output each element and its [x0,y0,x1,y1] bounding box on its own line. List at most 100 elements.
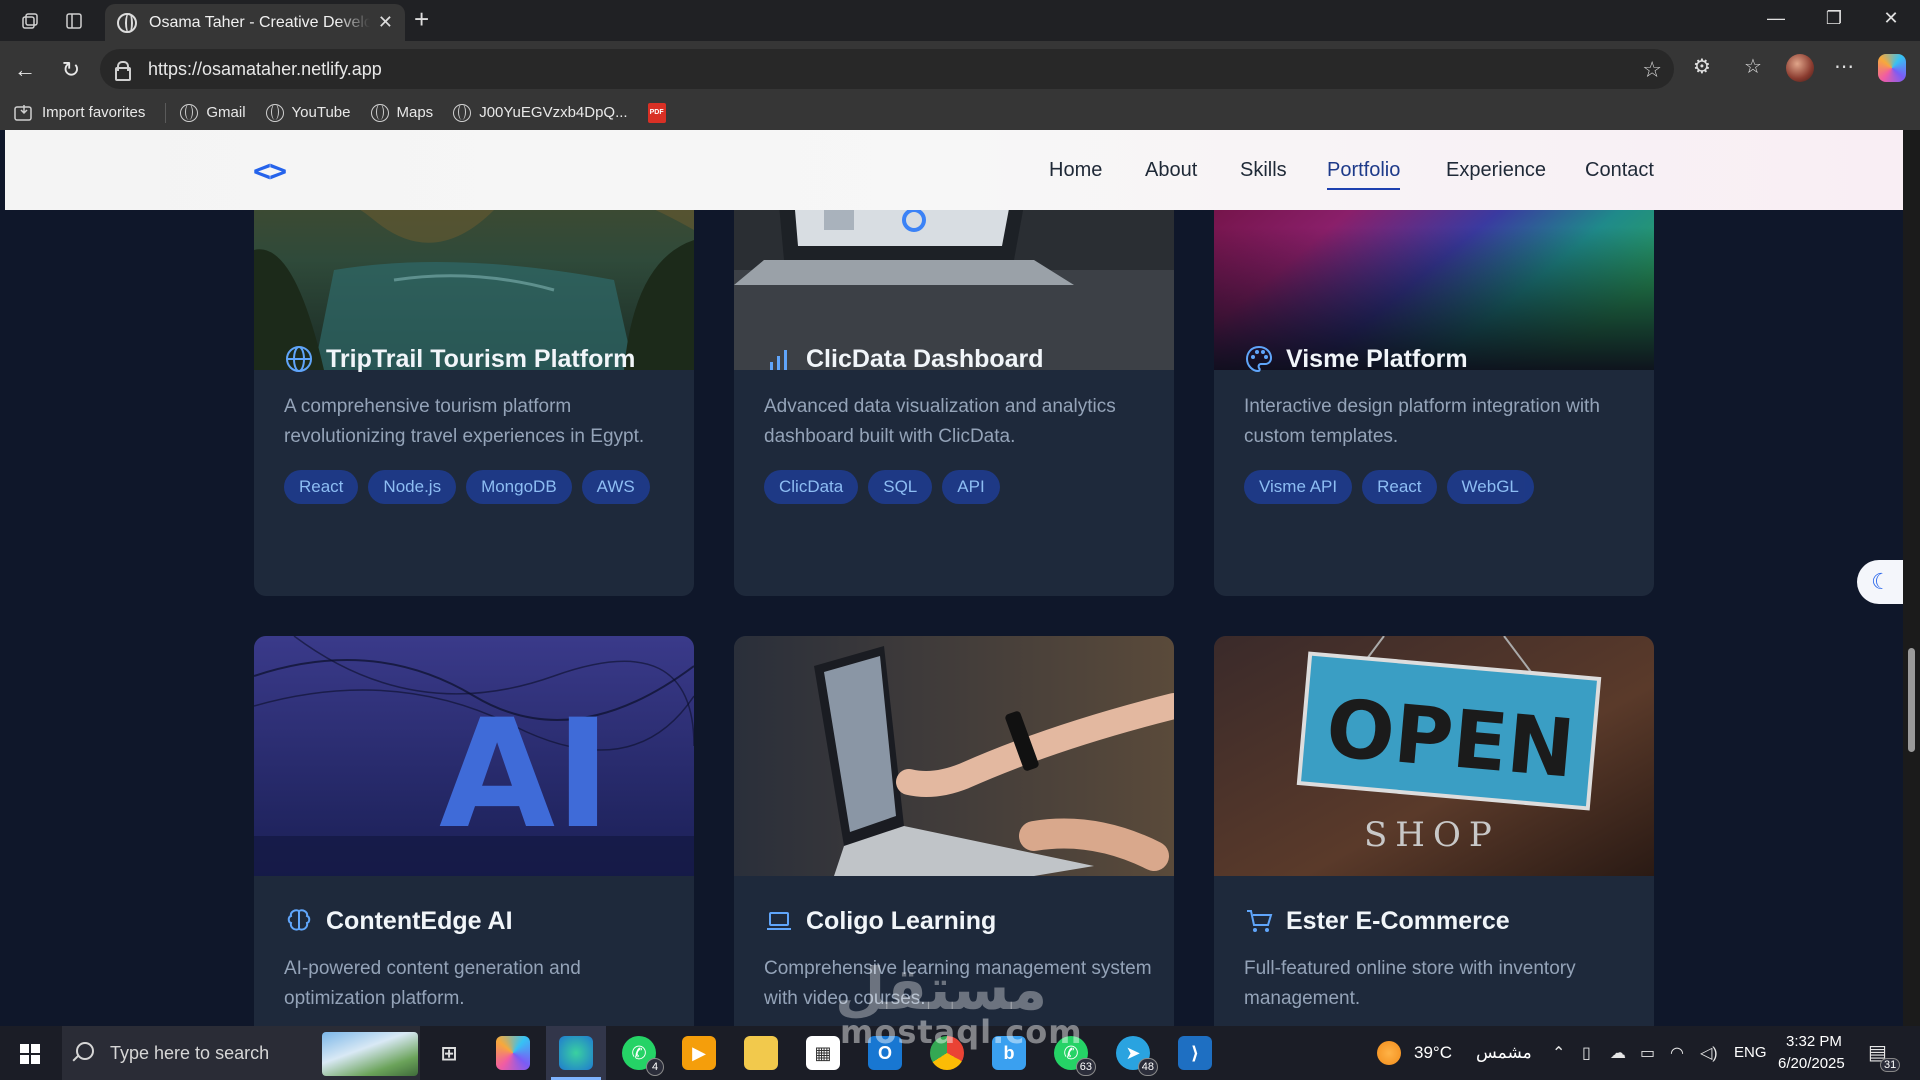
workspaces-icon[interactable] [18,9,42,33]
bookmark-maps[interactable]: Maps [370,103,433,122]
weather-sun-icon[interactable] [1377,1041,1401,1065]
back-button[interactable]: ← [10,55,40,85]
tag: React [1362,470,1437,504]
clock-date[interactable]: 6/20/2025 [1778,1055,1845,1072]
nav-about[interactable]: About [1145,159,1197,182]
device-icon[interactable]: ▯ [1582,1043,1591,1063]
windows-start-icon[interactable] [20,1044,40,1064]
project-description: Interactive design platform integration … [1244,396,1600,447]
project-card-contentedge[interactable]: AI ContentEdge AI AI-powered content gen… [254,636,694,1026]
bookmark-import-favorites[interactable]: Import favorites [14,104,145,122]
vertical-tabs-icon[interactable] [62,9,86,33]
globe-icon [117,12,137,33]
weather-temp[interactable]: 39°C [1414,1043,1452,1063]
lock-icon[interactable] [114,61,131,81]
browser-titlebar: Osama Taher - Creative Developer ✕ + — ❐… [0,0,1920,41]
bookmark-link[interactable]: J00YuEGVzxb4DpQ... [453,103,628,122]
restore-button[interactable]: ❐ [1814,8,1854,29]
telegram-badge: 48 [1137,1058,1158,1076]
project-tags: React Node.js MongoDB AWS [284,470,650,504]
refresh-button[interactable]: ↻ [56,55,86,85]
project-card-triptrail[interactable]: TripTrail Tourism Platform A comprehensi… [254,150,694,596]
vscode-icon[interactable]: ⟩ [1178,1036,1212,1070]
moon-sparkle-icon: ☾ [1871,569,1891,594]
tag: MongoDB [466,470,572,504]
tag: React [284,470,359,504]
extensions-icon[interactable]: ⚙ [1693,54,1711,79]
scrollbar-thumb[interactable] [1908,648,1915,752]
search-highlight-image [322,1032,418,1076]
project-card-ester[interactable]: OPEN SHOP Ester E-Commerce Full-featured… [1214,636,1654,1026]
browser-tab-active[interactable]: Osama Taher - Creative Developer ✕ [105,4,405,41]
project-title: Ester E-Commerce [1244,906,1510,936]
project-image-ai: AI [254,636,694,876]
palette-icon [1244,344,1274,374]
nav-contact[interactable]: Contact [1585,159,1654,182]
file-explorer-icon[interactable] [744,1036,778,1070]
tag: API [942,470,1000,504]
clock-time[interactable]: 3:32 PM [1786,1033,1842,1050]
close-tab-icon[interactable]: ✕ [378,12,393,33]
store-icon[interactable]: ▦ [806,1036,840,1070]
wifi-icon[interactable]: ◠ [1670,1043,1684,1063]
project-card-visme[interactable]: Visme Platform Interactive design platfo… [1214,150,1654,596]
nav-experience[interactable]: Experience [1446,159,1546,182]
nav-portfolio[interactable]: Portfolio [1327,159,1401,190]
tag: Node.js [368,470,457,504]
close-window-button[interactable]: ✕ [1871,8,1911,29]
new-tab-button[interactable]: + [414,6,429,32]
edge-taskbar-icon[interactable] [551,1036,601,1080]
bookmark-pdf[interactable]: PDF [647,102,666,123]
site-header: <> Home About Skills Portfolio Experienc… [5,130,1903,210]
taskbar-search-input[interactable]: Type here to search [62,1026,420,1080]
globe-icon [265,103,284,122]
project-tags: Visme API React WebGL [1244,470,1534,504]
project-description: A comprehensive tourism platform revolut… [284,396,645,447]
project-card-clicdata[interactable]: ClicData Dashboard Advanced data visuali… [734,150,1174,596]
shop-sign-text: SHOP [1364,815,1500,855]
tag: SQL [868,470,933,504]
tag: AWS [581,470,650,504]
copilot-icon[interactable] [1878,54,1906,82]
minimize-button[interactable]: — [1756,8,1796,29]
more-menu-icon[interactable]: ⋯ [1834,54,1854,79]
favorite-star-icon[interactable]: ☆ [1642,57,1662,83]
nav-skills[interactable]: Skills [1240,159,1287,182]
project-title: ClicData Dashboard [764,344,1044,374]
whatsapp-badge: 4 [646,1058,664,1076]
page-scrollbar[interactable] [1903,130,1920,1026]
pdf-icon: PDF [647,102,666,123]
cart-icon [1244,906,1274,936]
battery-icon[interactable]: ▭ [1640,1043,1655,1063]
media-player-icon[interactable]: ▶ [682,1036,716,1070]
project-tags: ClicData SQL API [764,470,1000,504]
tag: WebGL [1446,470,1534,504]
address-bar[interactable]: https://osamataher.netlify.app ☆ [100,49,1674,89]
bookmark-gmail[interactable]: Gmail [180,103,246,122]
whatsapp-taskbar-icon[interactable]: ✆ 4 [622,1036,664,1076]
volume-icon[interactable]: ◁) [1700,1043,1718,1063]
globe-icon [284,344,314,374]
favorites-icon[interactable]: ☆ [1744,54,1762,79]
bookmark-youtube[interactable]: YouTube [265,103,351,122]
show-hidden-icons-icon[interactable]: ⌃ [1552,1043,1565,1063]
telegram-icon[interactable]: ➤ 48 [1116,1036,1158,1076]
code-logo-icon[interactable]: <> [253,154,287,189]
brain-icon [284,906,314,936]
import-icon [14,104,32,121]
nav-home[interactable]: Home [1049,159,1102,182]
onedrive-cloud-icon[interactable]: ☁ [1610,1043,1626,1063]
profile-avatar[interactable] [1786,54,1814,82]
project-title: ContentEdge AI [284,906,513,936]
bookmarks-bar: Import favorites Gmail YouTube Maps J00Y… [0,95,1920,130]
project-description: Full-featured online store with inventor… [1244,958,1576,1009]
bookmarks-separator [165,102,167,123]
copilot-taskbar-icon[interactable] [496,1036,530,1070]
project-title: Visme Platform [1244,344,1468,374]
theme-toggle-button[interactable]: ☾ [1857,560,1903,604]
bar-chart-icon [764,344,794,374]
notifications-badge: 31 [1880,1058,1901,1072]
language-indicator[interactable]: ENG [1734,1044,1767,1061]
search-placeholder: Type here to search [110,1042,270,1063]
task-view-icon[interactable]: ⊞ [432,1036,466,1070]
